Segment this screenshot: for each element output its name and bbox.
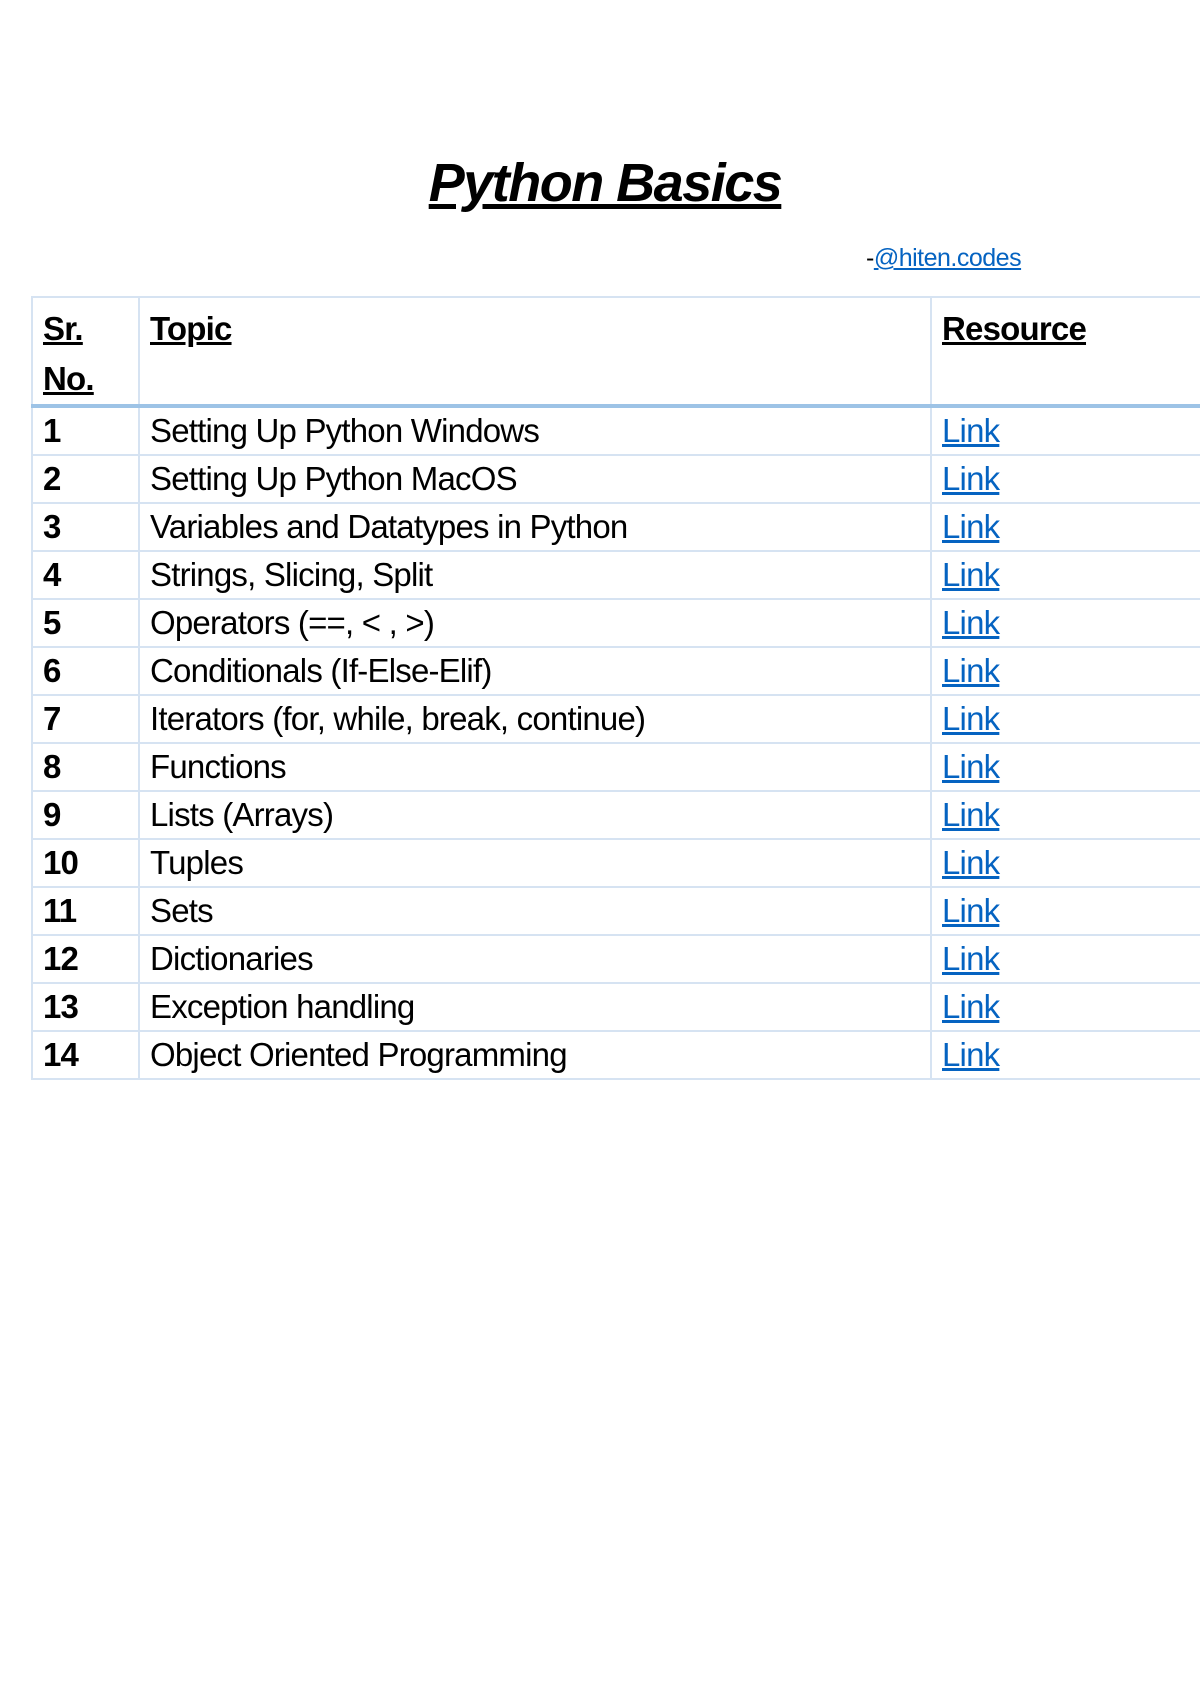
header-sr-no: Sr. No. bbox=[31, 296, 140, 408]
row-topic: Iterators (for, while, break, continue) bbox=[138, 694, 932, 744]
table-row: 1 Setting Up Python Windows Link bbox=[31, 405, 1200, 456]
table-row: 7 Iterators (for, while, break, continue)… bbox=[31, 694, 1200, 744]
resource-link[interactable]: Link bbox=[942, 412, 1000, 449]
row-number: 2 bbox=[31, 454, 140, 504]
resource-link[interactable]: Link bbox=[942, 1036, 1000, 1073]
table-row: 3 Variables and Datatypes in Python Link bbox=[31, 502, 1200, 552]
table-row: 14 Object Oriented Programming Link bbox=[31, 1030, 1200, 1080]
table-row: 10 Tuples Link bbox=[31, 838, 1200, 888]
row-number: 4 bbox=[31, 550, 140, 600]
table-row: 5 Operators (==, < , >) Link bbox=[31, 598, 1200, 648]
row-topic: Strings, Slicing, Split bbox=[138, 550, 932, 600]
header-topic: Topic bbox=[138, 296, 932, 408]
row-topic: Setting Up Python Windows bbox=[138, 405, 932, 456]
row-number: 13 bbox=[31, 982, 140, 1032]
resource-link[interactable]: Link bbox=[942, 652, 1000, 689]
row-resource: Link bbox=[930, 502, 1200, 552]
row-resource: Link bbox=[930, 454, 1200, 504]
resource-link[interactable]: Link bbox=[942, 940, 1000, 977]
row-number: 1 bbox=[31, 405, 140, 456]
row-topic: Operators (==, < , >) bbox=[138, 598, 932, 648]
row-number: 7 bbox=[31, 694, 140, 744]
resource-link[interactable]: Link bbox=[942, 892, 1000, 929]
row-resource: Link bbox=[930, 838, 1200, 888]
row-resource: Link bbox=[930, 598, 1200, 648]
table-row: 12 Dictionaries Link bbox=[31, 934, 1200, 984]
table-row: 8 Functions Link bbox=[31, 742, 1200, 792]
row-number: 6 bbox=[31, 646, 140, 696]
row-resource: Link bbox=[930, 646, 1200, 696]
table-row: 13 Exception handling Link bbox=[31, 982, 1200, 1032]
resource-link[interactable]: Link bbox=[942, 604, 1000, 641]
row-resource: Link bbox=[930, 742, 1200, 792]
resource-link[interactable]: Link bbox=[942, 556, 1000, 593]
row-resource: Link bbox=[930, 694, 1200, 744]
table-header-row: Sr. No. Topic Resource bbox=[31, 296, 1200, 408]
row-topic: Variables and Datatypes in Python bbox=[138, 502, 932, 552]
row-number: 12 bbox=[31, 934, 140, 984]
header-resource: Resource bbox=[930, 296, 1200, 408]
table-row: 6 Conditionals (If-Else-Elif) Link bbox=[31, 646, 1200, 696]
resource-link[interactable]: Link bbox=[942, 988, 1000, 1025]
table-row: 2 Setting Up Python MacOS Link bbox=[31, 454, 1200, 504]
row-topic: Object Oriented Programming bbox=[138, 1030, 932, 1080]
row-resource: Link bbox=[930, 550, 1200, 600]
row-resource: Link bbox=[930, 982, 1200, 1032]
row-topic: Exception handling bbox=[138, 982, 932, 1032]
table-row: 4 Strings, Slicing, Split Link bbox=[31, 550, 1200, 600]
topics-table: Sr. No. Topic Resource 1 Setting Up Pytho… bbox=[31, 296, 1200, 1080]
row-number: 3 bbox=[31, 502, 140, 552]
resource-link[interactable]: Link bbox=[942, 796, 1000, 833]
row-topic: Tuples bbox=[138, 838, 932, 888]
author-credit: -@hiten.codes bbox=[866, 244, 1022, 273]
row-topic: Setting Up Python MacOS bbox=[138, 454, 932, 504]
row-number: 5 bbox=[31, 598, 140, 648]
author-prefix: - bbox=[866, 244, 874, 272]
row-topic: Functions bbox=[138, 742, 932, 792]
author-handle-link[interactable]: @hiten.codes bbox=[874, 244, 1022, 272]
table-row: 9 Lists (Arrays) Link bbox=[31, 790, 1200, 840]
row-resource: Link bbox=[930, 405, 1200, 456]
resource-link[interactable]: Link bbox=[942, 844, 1000, 881]
row-resource: Link bbox=[930, 886, 1200, 936]
row-topic: Sets bbox=[138, 886, 932, 936]
row-topic: Conditionals (If-Else-Elif) bbox=[138, 646, 932, 696]
row-resource: Link bbox=[930, 934, 1200, 984]
table-row: 11 Sets Link bbox=[31, 886, 1200, 936]
row-number: 14 bbox=[31, 1030, 140, 1080]
resource-link[interactable]: Link bbox=[942, 460, 1000, 497]
row-topic: Lists (Arrays) bbox=[138, 790, 932, 840]
row-resource: Link bbox=[930, 1030, 1200, 1080]
resource-link[interactable]: Link bbox=[942, 748, 1000, 785]
row-number: 11 bbox=[31, 886, 140, 936]
resource-link[interactable]: Link bbox=[942, 700, 1000, 737]
row-topic: Dictionaries bbox=[138, 934, 932, 984]
page-title: Python Basics bbox=[428, 153, 783, 213]
row-number: 8 bbox=[31, 742, 140, 792]
resource-link[interactable]: Link bbox=[942, 508, 1000, 545]
row-number: 9 bbox=[31, 790, 140, 840]
row-number: 10 bbox=[31, 838, 140, 888]
row-resource: Link bbox=[930, 790, 1200, 840]
